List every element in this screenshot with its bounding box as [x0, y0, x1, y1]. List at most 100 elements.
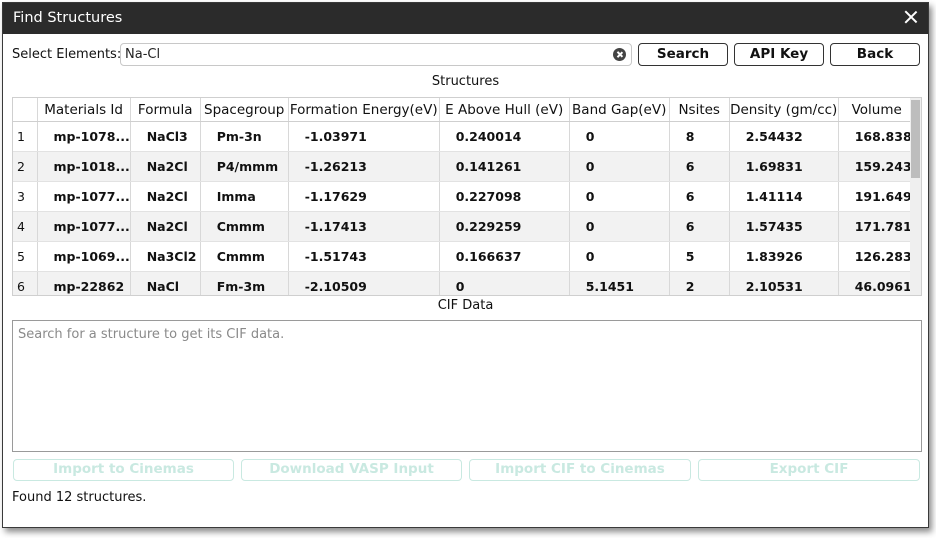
- table-cell[interactable]: 6: [669, 211, 730, 242]
- elements-search-field[interactable]: [120, 43, 632, 66]
- table-cell[interactable]: 6: [669, 151, 730, 182]
- row-number: 1: [13, 121, 38, 152]
- table-cell[interactable]: 0: [439, 271, 570, 295]
- structures-label: Structures: [431, 74, 500, 89]
- table-cell[interactable]: P4/mmm: [200, 151, 289, 182]
- table-cell[interactable]: -2.10509: [288, 271, 440, 295]
- table-cell[interactable]: 168.838: [838, 121, 916, 152]
- table-cell[interactable]: Na2Cl: [130, 211, 201, 242]
- table-cell[interactable]: NaCl: [130, 271, 201, 295]
- table-cell[interactable]: 46.0961: [838, 271, 916, 295]
- table-cell[interactable]: mp-1078...: [37, 121, 131, 152]
- api-key-button[interactable]: API Key: [734, 43, 824, 66]
- table-cell[interactable]: 0: [569, 181, 670, 212]
- table-cell[interactable]: 1.83926: [729, 241, 839, 272]
- table-cell[interactable]: 1.57435: [729, 211, 839, 242]
- table-cell[interactable]: 0.240014: [439, 121, 570, 152]
- table-row[interactable]: 4 mp-1077... Na2Cl Cmmm -1.17413 0.229259 0 6 1.…: [13, 211, 916, 242]
- table-cell[interactable]: mp-22862: [37, 271, 131, 295]
- back-button[interactable]: Back: [830, 43, 920, 66]
- table-cell[interactable]: mp-1069...: [37, 241, 131, 272]
- table-cell[interactable]: 5.1451: [569, 271, 670, 295]
- table-cell[interactable]: 191.649: [838, 181, 916, 212]
- column-header[interactable]: Formula: [130, 98, 201, 122]
- close-icon[interactable]: [904, 10, 918, 24]
- table-cell[interactable]: 1.41114: [729, 181, 839, 212]
- table-cell[interactable]: Na2Cl: [130, 151, 201, 182]
- table-cell[interactable]: Imma: [200, 181, 289, 212]
- table-cell[interactable]: 0.141261: [439, 151, 570, 182]
- table-scrollbar[interactable]: [910, 98, 921, 295]
- table-cell[interactable]: 6: [669, 181, 730, 212]
- import-cif-button[interactable]: Import CIF to Cinemas: [469, 459, 691, 481]
- column-header[interactable]: Nsites: [669, 98, 730, 122]
- table-cell[interactable]: Na2Cl: [130, 181, 201, 212]
- table-header: Materials Id Formula Spacegroup Formation E…: [13, 98, 916, 122]
- table-cell[interactable]: Pm-3n: [200, 121, 289, 152]
- table-cell[interactable]: 0: [569, 151, 670, 182]
- find-structures-window: Find Structures Select Elements: Search …: [2, 2, 929, 528]
- title-bar: Find Structures: [3, 3, 928, 34]
- table-cell[interactable]: -1.17413: [288, 211, 440, 242]
- column-header[interactable]: Band Gap(eV): [569, 98, 670, 122]
- table-cell[interactable]: mp-1077...: [37, 181, 131, 212]
- column-header[interactable]: Formation Energy(eV): [288, 98, 440, 122]
- table-cell[interactable]: Cmmm: [200, 211, 289, 242]
- table-cell[interactable]: -1.51743: [288, 241, 440, 272]
- table-cell[interactable]: 0.229259: [439, 211, 570, 242]
- table-cell[interactable]: Fm-3m: [200, 271, 289, 295]
- table-cell[interactable]: 0.166637: [439, 241, 570, 272]
- structures-table[interactable]: Materials Id Formula Spacegroup Formation E…: [12, 97, 922, 296]
- table-cell[interactable]: 126.283: [838, 241, 916, 272]
- table-cell[interactable]: -1.26213: [288, 151, 440, 182]
- window-title: Find Structures: [13, 10, 123, 26]
- row-number: 6: [13, 271, 38, 295]
- table-cell[interactable]: 0: [569, 241, 670, 272]
- table-cell[interactable]: 0: [569, 211, 670, 242]
- table-cell[interactable]: Na3Cl2: [130, 241, 201, 272]
- table-cell[interactable]: -1.17629: [288, 181, 440, 212]
- table-row[interactable]: 2 mp-1018... Na2Cl P4/mmm -1.26213 0.141261 0 6…: [13, 151, 916, 182]
- column-header[interactable]: E Above Hull (eV): [439, 98, 570, 122]
- table-cell[interactable]: mp-1018...: [37, 151, 131, 182]
- row-number: 5: [13, 241, 38, 272]
- cif-data-textarea[interactable]: Search for a structure to get its CIF da…: [12, 320, 922, 452]
- table-row[interactable]: 6 mp-22862 NaCl Fm-3m -2.10509 0 5.1451 2 2.1053…: [13, 271, 916, 295]
- table-cell[interactable]: mp-1077...: [37, 211, 131, 242]
- cif-placeholder: Search for a structure to get its CIF da…: [18, 327, 285, 342]
- row-number: 2: [13, 151, 38, 182]
- clear-icon[interactable]: [613, 48, 626, 61]
- row-number: 4: [13, 211, 38, 242]
- table-cell[interactable]: 0.227098: [439, 181, 570, 212]
- row-number: 3: [13, 181, 38, 212]
- scrollbar-thumb[interactable]: [911, 100, 920, 178]
- table-cell[interactable]: 0: [569, 121, 670, 152]
- table-row[interactable]: 5 mp-1069... Na3Cl2 Cmmm -1.51743 0.166637 0 5 1…: [13, 241, 916, 272]
- column-header[interactable]: Materials Id: [37, 98, 131, 122]
- table-cell[interactable]: 2.54432: [729, 121, 839, 152]
- cif-data-label: CIF Data: [437, 298, 494, 313]
- table-cell[interactable]: NaCl3: [130, 121, 201, 152]
- table-cell[interactable]: 1.69831: [729, 151, 839, 182]
- table-cell[interactable]: 2: [669, 271, 730, 295]
- download-vasp-input-button[interactable]: Download VASP Input: [241, 459, 462, 481]
- status-text: Found 12 structures.: [12, 490, 147, 505]
- export-cif-button[interactable]: Export CIF: [698, 459, 920, 481]
- table-cell[interactable]: -1.03971: [288, 121, 440, 152]
- column-header[interactable]: Volume: [838, 98, 916, 122]
- column-header[interactable]: Density (gm/cc): [729, 98, 839, 122]
- search-button[interactable]: Search: [638, 43, 728, 66]
- table-row[interactable]: 1 mp-1078... NaCl3 Pm-3n -1.03971 0.240014 0 8 2…: [13, 121, 916, 152]
- table-cell[interactable]: 8: [669, 121, 730, 152]
- import-to-cinemas-button[interactable]: Import to Cinemas: [13, 459, 234, 481]
- select-elements-label: Select Elements:: [12, 47, 122, 62]
- table-cell[interactable]: 159.243: [838, 151, 916, 182]
- table-cell[interactable]: Cmmm: [200, 241, 289, 272]
- table-row[interactable]: 3 mp-1077... Na2Cl Imma -1.17629 0.227098 0 6 1.…: [13, 181, 916, 212]
- elements-input[interactable]: [125, 46, 605, 63]
- column-header[interactable]: Spacegroup: [200, 98, 289, 122]
- table-cell[interactable]: 171.781: [838, 211, 916, 242]
- table-cell[interactable]: 2.10531: [729, 271, 839, 295]
- table-cell[interactable]: 5: [669, 241, 730, 272]
- row-number-header: [13, 98, 38, 122]
